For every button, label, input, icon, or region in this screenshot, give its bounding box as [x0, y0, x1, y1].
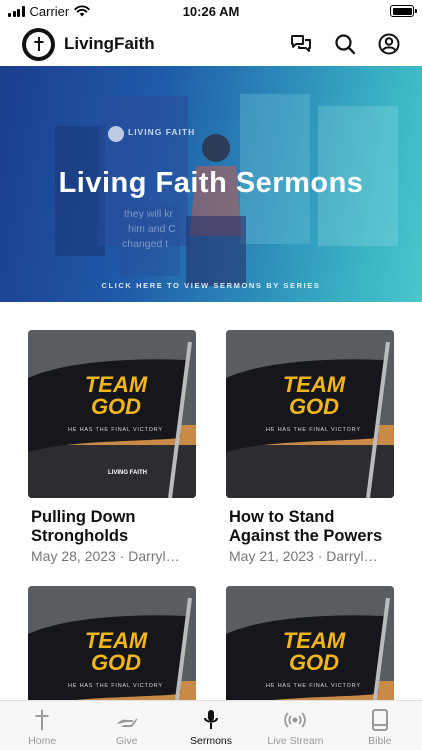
thumb-tagline: HE HAS THE FINAL VICTORY	[68, 683, 163, 689]
thumb-tagline: HE HAS THE FINAL VICTORY	[266, 683, 361, 689]
tab-live-stream[interactable]: Live Stream	[253, 701, 337, 750]
status-bar: Carrier 10:26 AM	[0, 0, 422, 22]
thumb-logo: LIVING FAITH	[108, 470, 147, 476]
wifi-icon	[74, 5, 90, 17]
hero-screen-text-2: him and C	[128, 223, 176, 235]
broadcast-icon	[283, 709, 307, 731]
app-header: LivingFaith	[0, 24, 422, 64]
sermon-title: How to Stand Against the Powers	[229, 508, 383, 545]
tab-label: Sermons	[190, 735, 233, 747]
thumb-tagline: HE HAS THE FINAL VICTORY	[266, 427, 361, 433]
sermon-thumbnail[interactable]: TEAM GOD HE HAS THE FINAL VICTORY	[226, 330, 394, 498]
app-name: LivingFaith	[64, 34, 155, 53]
thumb-title: TEAM GOD	[84, 628, 148, 675]
tab-label: Live Stream	[267, 735, 324, 747]
sermon-card[interactable]: TEAM GOD HE HAS THE FINAL VICTORY How to…	[226, 330, 394, 564]
cross-icon	[34, 709, 50, 731]
hero-subtitle[interactable]: CLICK HERE TO VIEW SERMONS BY SERIES	[0, 281, 422, 290]
tab-label: Bible	[368, 735, 392, 747]
sermon-meta: May 21, 2023 · Darryl…	[229, 548, 378, 564]
tab-give[interactable]: Give	[84, 701, 168, 750]
thumb-title: TEAM GOD	[282, 372, 346, 419]
hero-screen-text-3: changed t	[122, 238, 169, 250]
book-icon	[371, 709, 389, 731]
tab-bible[interactable]: Bible	[338, 701, 422, 750]
tab-home[interactable]: Home	[0, 701, 84, 750]
hero-podium-logo-text: LIVING FAITH	[128, 127, 196, 137]
signal-icon	[8, 5, 25, 17]
app-logo[interactable]	[22, 27, 55, 61]
hero-screen-text-1: they will kr	[124, 208, 174, 220]
chat-icon[interactable]	[290, 33, 312, 55]
tab-sermons[interactable]: Sermons	[169, 701, 253, 750]
hero-title: Living Faith Sermons	[58, 167, 364, 199]
search-icon[interactable]	[334, 33, 356, 55]
carrier-label: Carrier	[29, 3, 70, 19]
bottom-tab-bar: Home Give Sermons Live Stream Bible	[0, 700, 422, 750]
hand-icon	[115, 709, 139, 731]
hero-banner[interactable]: LIVING FAITH they will kr him and C chan…	[0, 66, 422, 302]
tab-label: Give	[115, 735, 138, 747]
sermon-card[interactable]: TEAM GOD HE HAS THE FINAL VICTORY LIVING…	[28, 330, 196, 564]
thumb-tagline: HE HAS THE FINAL VICTORY	[68, 427, 163, 433]
profile-icon[interactable]	[378, 33, 400, 55]
sermon-thumbnail[interactable]: TEAM GOD HE HAS THE FINAL VICTORY LIVING…	[28, 330, 196, 498]
thumb-title: TEAM GOD	[84, 372, 148, 419]
thumb-title: TEAM GOD	[282, 628, 346, 675]
microphone-icon	[202, 709, 220, 731]
sermon-title: Pulling Down Strongholds	[31, 508, 136, 545]
cross-logo-icon	[34, 37, 43, 51]
battery-icon	[390, 5, 417, 17]
sermon-meta: May 28, 2023 · Darryl…	[31, 548, 180, 564]
status-time: 10:26 AM	[182, 3, 240, 19]
tab-label: Home	[28, 735, 57, 747]
